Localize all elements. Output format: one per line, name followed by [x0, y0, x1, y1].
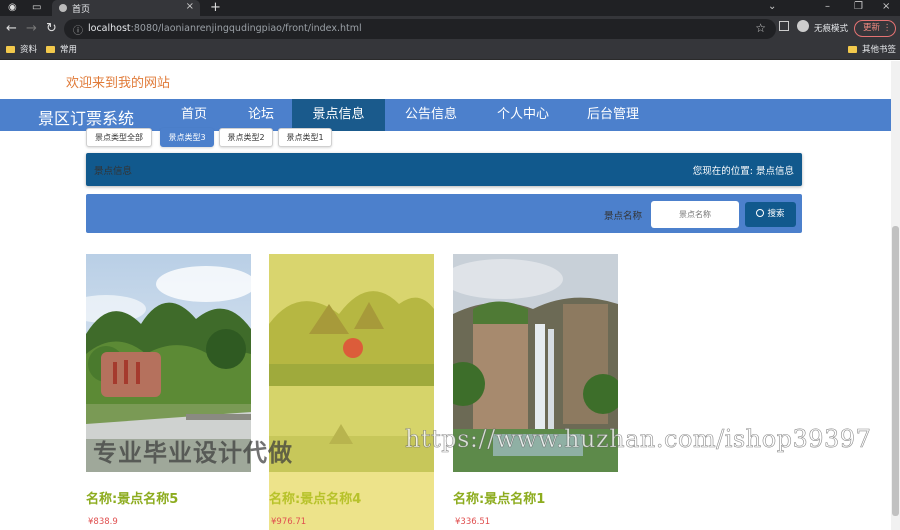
page-scrollbar[interactable] [891, 61, 900, 530]
watermark-url: https://www.huzhan.com/ishop39397 [405, 425, 872, 454]
folder-icon [46, 46, 55, 53]
close-tab-icon[interactable]: × [186, 1, 194, 12]
tab-title: 首页 [72, 5, 91, 15]
info-icon[interactable]: ⓘ [73, 22, 83, 37]
chevron-down-icon[interactable]: ⌄ [768, 0, 776, 14]
nav-home[interactable]: 首页 [165, 99, 223, 131]
bookmarks-bar: 资料 常用 其他书签 [0, 42, 900, 60]
section-title: 景点信息 [94, 166, 133, 177]
browser-menu-icon[interactable]: ◉ [8, 2, 17, 14]
update-button[interactable]: 更新 ⋮ [854, 20, 896, 37]
browser-tab[interactable]: 首页 × [52, 0, 200, 16]
forward-arrow-icon[interactable]: → [26, 20, 37, 38]
scenic-title[interactable]: 名称:景点名称4 [269, 488, 361, 507]
page-viewport: 欢迎来到我的网站 景区订票系统 首页 论坛 景点信息 公告信息 个人中心 后台管… [0, 61, 891, 530]
nav-user-center[interactable]: 个人中心 [484, 99, 562, 131]
back-arrow-icon[interactable]: ← [6, 20, 17, 38]
nav-scenic-info[interactable]: 景点信息 [292, 99, 385, 131]
side-panel-icon[interactable] [779, 21, 789, 31]
scenic-title[interactable]: 名称:景点名称1 [453, 488, 545, 507]
search-label: 景点名称 [604, 211, 643, 222]
search-input[interactable] [651, 201, 739, 228]
scenic-card-5[interactable]: 名称:景点名称5 ¥838.9 [86, 254, 252, 530]
scrollbar-thumb[interactable] [892, 226, 899, 516]
bookmark-folder-ziliao[interactable]: 资料 [6, 44, 37, 56]
scenic-price: ¥976.71 [271, 517, 307, 527]
filter-chip-type3[interactable]: 景点类型3 [160, 128, 214, 147]
scenic-title[interactable]: 名称:景点名称5 [86, 488, 178, 507]
breadcrumb-current[interactable]: 景点信息 [756, 166, 794, 177]
star-icon[interactable]: ☆ [755, 21, 766, 35]
nav-forum[interactable]: 论坛 [232, 99, 290, 131]
browser-tab-strip: ◉ ▭ 首页 × + ⌄ – ❐ × [0, 0, 900, 16]
location-bar: 景点信息 您现在的位置: 景点信息 [86, 153, 802, 186]
site-brand: 景区订票系统 [38, 109, 135, 128]
restore-icon[interactable]: ❐ [854, 0, 863, 14]
folder-icon [6, 46, 15, 53]
incognito-icon [797, 20, 809, 32]
filter-chip-type2[interactable]: 景点类型2 [219, 128, 273, 147]
new-tab-icon[interactable]: + [210, 0, 221, 16]
globe-icon [59, 4, 67, 12]
browser-toolbar: ← → ↻ ⓘ localhost:8080/laonianrenjingqud… [0, 16, 900, 42]
incognito-label: 无痕模式 [814, 24, 849, 34]
filter-chip-all[interactable]: 景点类型全部 [86, 128, 152, 147]
search-button[interactable]: 搜索 [745, 202, 796, 227]
scenic-card-1[interactable]: 名称:景点名称1 ¥336.51 [453, 254, 619, 530]
nav-announcements[interactable]: 公告信息 [392, 99, 470, 131]
search-bar: 景点名称 搜索 [86, 194, 802, 233]
address-bar[interactable]: ⓘ localhost:8080/laonianrenjingqudingpia… [64, 19, 776, 39]
welcome-text: 欢迎来到我的网站 [66, 76, 171, 91]
main-nav: 景区订票系统 首页 论坛 景点信息 公告信息 个人中心 后台管理 [0, 99, 891, 131]
filter-chip-type1[interactable]: 景点类型1 [278, 128, 332, 147]
search-icon [756, 209, 765, 217]
watermark-text: 专业毕业设计代做 [93, 439, 293, 467]
url-text: localhost:8080/laonianrenjingqudingpiao/… [88, 23, 362, 34]
reload-icon[interactable]: ↻ [46, 20, 57, 38]
minimize-icon[interactable]: – [825, 0, 830, 14]
mouse-cursor-indicator [343, 338, 363, 358]
scenic-price: ¥336.51 [455, 517, 491, 527]
other-bookmarks[interactable]: 其他书签 [848, 44, 896, 56]
folder-icon [848, 46, 857, 53]
close-window-icon[interactable]: × [882, 0, 890, 14]
bookmark-folder-changyong[interactable]: 常用 [46, 44, 77, 56]
tab-overview-icon[interactable]: ▭ [32, 2, 41, 14]
nav-admin[interactable]: 后台管理 [574, 99, 652, 131]
breadcrumb: 您现在的位置: 景点信息 [692, 166, 794, 177]
scenic-card-4[interactable]: 名称:景点名称4 ¥976.71 [269, 254, 434, 530]
scenic-price: ¥838.9 [88, 517, 118, 527]
